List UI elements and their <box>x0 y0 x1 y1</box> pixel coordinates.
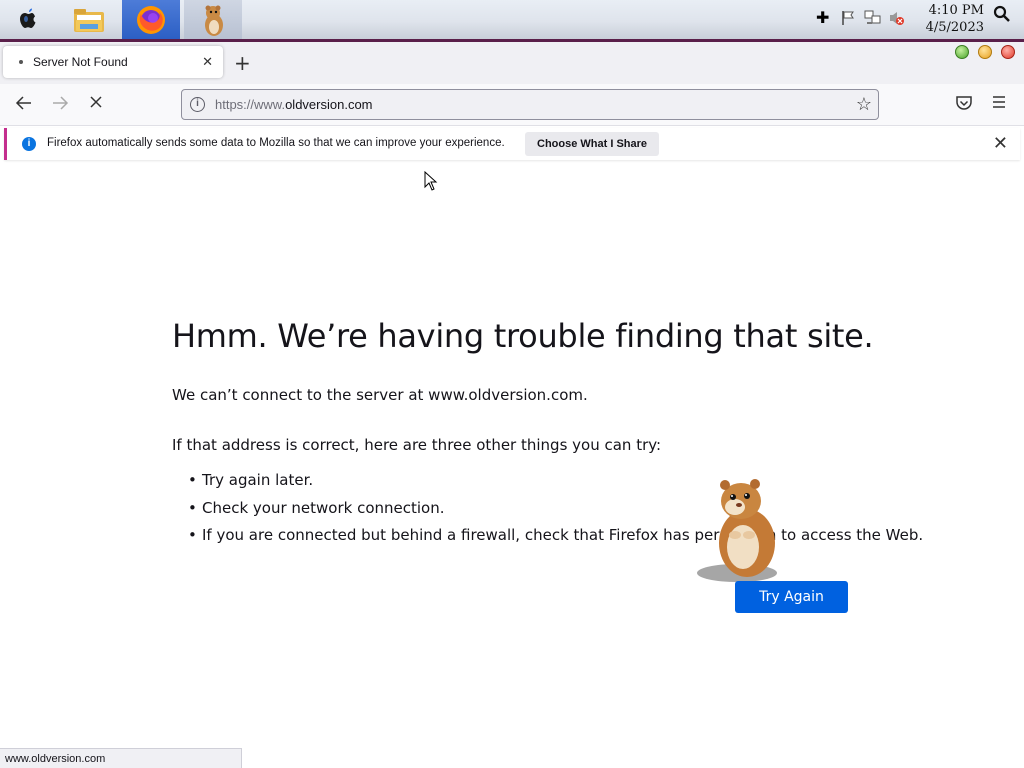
choose-what-i-share-button[interactable]: Choose What I Share <box>525 132 660 156</box>
file-manager-icon[interactable] <box>68 0 110 39</box>
network-icon[interactable] <box>864 10 882 30</box>
star-icon[interactable]: ☆ <box>856 94 872 115</box>
stop-icon[interactable] <box>88 94 104 115</box>
suggestions-list: Try again later. Check your network conn… <box>188 471 923 554</box>
back-icon[interactable] <box>15 94 33 117</box>
plus-icon[interactable]: ✚ <box>816 8 829 27</box>
close-icon[interactable]: ✕ <box>993 133 1008 154</box>
tab-server-not-found[interactable]: Server Not Found ✕ <box>3 46 223 78</box>
tab-loading-indicator <box>19 60 23 64</box>
apple-icon[interactable] <box>12 0 44 39</box>
url-bar[interactable]: i https://www.oldversion.com ☆ <box>181 89 879 120</box>
menu-icon[interactable] <box>991 94 1007 115</box>
url-domain: oldversion.com <box>285 97 373 112</box>
notification-message: Firefox automatically sends some data to… <box>47 137 505 149</box>
info-icon[interactable]: i <box>190 97 205 112</box>
suggestions-intro: If that address is correct, here are thr… <box>172 436 662 454</box>
url-prefix: https://www. <box>215 97 286 112</box>
hamster-icon[interactable] <box>184 0 242 39</box>
window-maximize-button[interactable] <box>978 45 992 59</box>
list-item: If you are connected but behind a firewa… <box>188 526 923 554</box>
try-again-button[interactable]: Try Again <box>735 581 848 613</box>
navigation-toolbar: i https://www.oldversion.com ☆ <box>0 84 1024 126</box>
pocket-icon[interactable] <box>955 94 973 117</box>
search-icon[interactable] <box>993 5 1011 27</box>
close-icon[interactable]: ✕ <box>202 54 213 70</box>
tab-title: Server Not Found <box>33 55 128 69</box>
new-tab-button[interactable]: + <box>234 51 251 75</box>
system-clock[interactable]: 4:10 PM 4/5/2023 <box>926 2 984 36</box>
os-taskbar: ✚ 4:10 PM 4/5/2023 <box>0 0 1024 42</box>
url-text[interactable]: https://www.oldversion.com <box>215 97 373 112</box>
status-bar: www.oldversion.com <box>0 748 242 768</box>
mouse-cursor-icon <box>424 171 438 191</box>
window-close-button[interactable] <box>1001 45 1015 59</box>
telemetry-notification-bar: i Firefox automatically sends some data … <box>4 128 1020 160</box>
volume-muted-icon[interactable] <box>888 10 906 30</box>
list-item: Try again later. <box>188 471 923 499</box>
window-minimize-button[interactable] <box>955 45 969 59</box>
list-item: Check your network connection. <box>188 499 923 527</box>
tab-strip: Server Not Found ✕ + <box>0 42 1024 84</box>
error-page: Hmm. We’re having trouble finding that s… <box>0 165 1024 748</box>
flag-icon[interactable] <box>840 10 856 30</box>
firefox-icon[interactable] <box>122 0 180 39</box>
error-description: We can’t connect to the server at www.ol… <box>172 386 588 404</box>
page-title: Hmm. We’re having trouble finding that s… <box>172 317 874 355</box>
forward-icon <box>51 94 69 117</box>
hamster-icon <box>697 479 777 582</box>
clock-date: 4/5/2023 <box>925 20 984 35</box>
info-icon: i <box>22 137 36 151</box>
clock-time: 4:10 PM <box>928 3 984 18</box>
